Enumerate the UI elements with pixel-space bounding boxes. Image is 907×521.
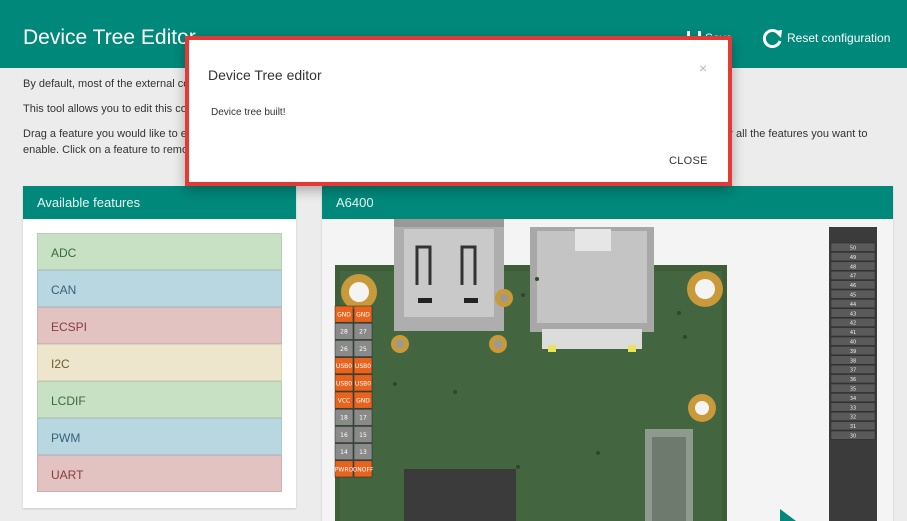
feature-item-lcdif[interactable]: LCDIF (37, 381, 282, 418)
right-header-pin-label: 45 (850, 293, 856, 299)
modal-message: Device tree built! (211, 107, 286, 118)
right-header-pin-label: 35 (850, 387, 856, 393)
available-features-header: Available features (23, 186, 296, 219)
right-header-pin-label: 46 (850, 283, 856, 289)
feature-item-pwm[interactable]: PWM (37, 418, 282, 455)
header-pin-label: 13 (359, 449, 367, 456)
feature-item-i2c[interactable]: I2C (37, 344, 282, 381)
header-pin-label: ONOFF (353, 466, 374, 473)
right-header-pin-label: 43 (850, 311, 856, 317)
reset-configuration-button[interactable]: Reset configuration (762, 28, 890, 48)
header-pin-label: GND (356, 398, 370, 405)
header-pin-label: GND (356, 312, 370, 319)
header-pin-label: 28 (340, 329, 348, 336)
right-header-pin-label: 39 (850, 349, 856, 355)
close-icon[interactable]: × (699, 60, 707, 76)
right-header-pin-label: 40 (850, 340, 856, 346)
header-pin-label: 27 (359, 329, 367, 336)
right-header-pin-label: 38 (850, 358, 856, 364)
board-view: GND GND 28 27 26 25 USB0 USB0 USB0 USB0 VCC GND 18 17… (322, 219, 893, 521)
device-tree-modal: Device Tree editor × Device tree built! … (185, 36, 732, 186)
header-pin-label: GND (337, 312, 351, 319)
modal-title: Device Tree editor (208, 67, 322, 83)
play-arrow-icon (780, 509, 796, 521)
right-header-pin-label: 48 (850, 264, 856, 270)
header-pin-label: 26 (340, 346, 348, 353)
header-pin-label: USB0 (355, 380, 371, 387)
right-header-pin-label: 34 (850, 396, 856, 402)
feature-item-ecspi[interactable]: ECSPI (37, 307, 282, 344)
header-pin-label: 15 (359, 432, 367, 439)
header-pin-label: USB0 (336, 380, 352, 387)
header-pin-label: USB0 (355, 363, 371, 370)
right-header-pin-label: 33 (850, 405, 856, 411)
right-header-pin-label: 49 (850, 255, 856, 261)
right-header-pin-label: 42 (850, 321, 856, 327)
right-header-pin-label: 41 (850, 330, 856, 336)
header-pin-label: USB0 (336, 363, 352, 370)
header-pin-label: PWRO (335, 466, 354, 473)
header-pin-label: 14 (340, 449, 348, 456)
feature-list: ADC CAN ECSPI I2C LCDIF PWM UART (37, 233, 282, 492)
right-header-pin-label: 31 (850, 424, 856, 430)
board-illustration: GND GND28 2726 25USB0 USB0USB0 USB0VCC GND18 17… (334, 219, 877, 521)
header-pin-label: 16 (340, 432, 348, 439)
right-header-pin-label: 30 (850, 434, 856, 440)
right-header-pin-label: 44 (850, 302, 856, 308)
refresh-icon (762, 29, 782, 48)
right-header-pin-label: 36 (850, 377, 856, 383)
feature-item-can[interactable]: CAN (37, 270, 282, 307)
board-panel-header: A6400 (322, 186, 893, 219)
feature-item-uart[interactable]: UART (37, 455, 282, 492)
chip (404, 469, 516, 521)
header-pin-label: 17 (359, 415, 367, 422)
right-header-pin-label: 32 (850, 415, 856, 421)
header-pin-label: 25 (359, 346, 367, 353)
right-header-pin-label: 37 (850, 368, 856, 374)
feature-item-adc[interactable]: ADC (37, 233, 282, 270)
board-panel: A6400 GND GND 28 27 26 25 USB0 USB0 USB0… (322, 186, 893, 521)
header-pin-label: 18 (340, 415, 348, 422)
reset-button-label: Reset configuration (787, 31, 891, 45)
header-pin-label: VCC (338, 398, 350, 405)
available-features-panel: Available features ADC CAN ECSPI I2C LCDIF PW… (23, 186, 296, 508)
right-header-pin-label: 50 (850, 246, 856, 252)
right-header-pin-label: 47 (850, 274, 856, 280)
close-button[interactable]: CLOSE (669, 155, 708, 167)
app-title: Device Tree Editor (23, 26, 196, 49)
